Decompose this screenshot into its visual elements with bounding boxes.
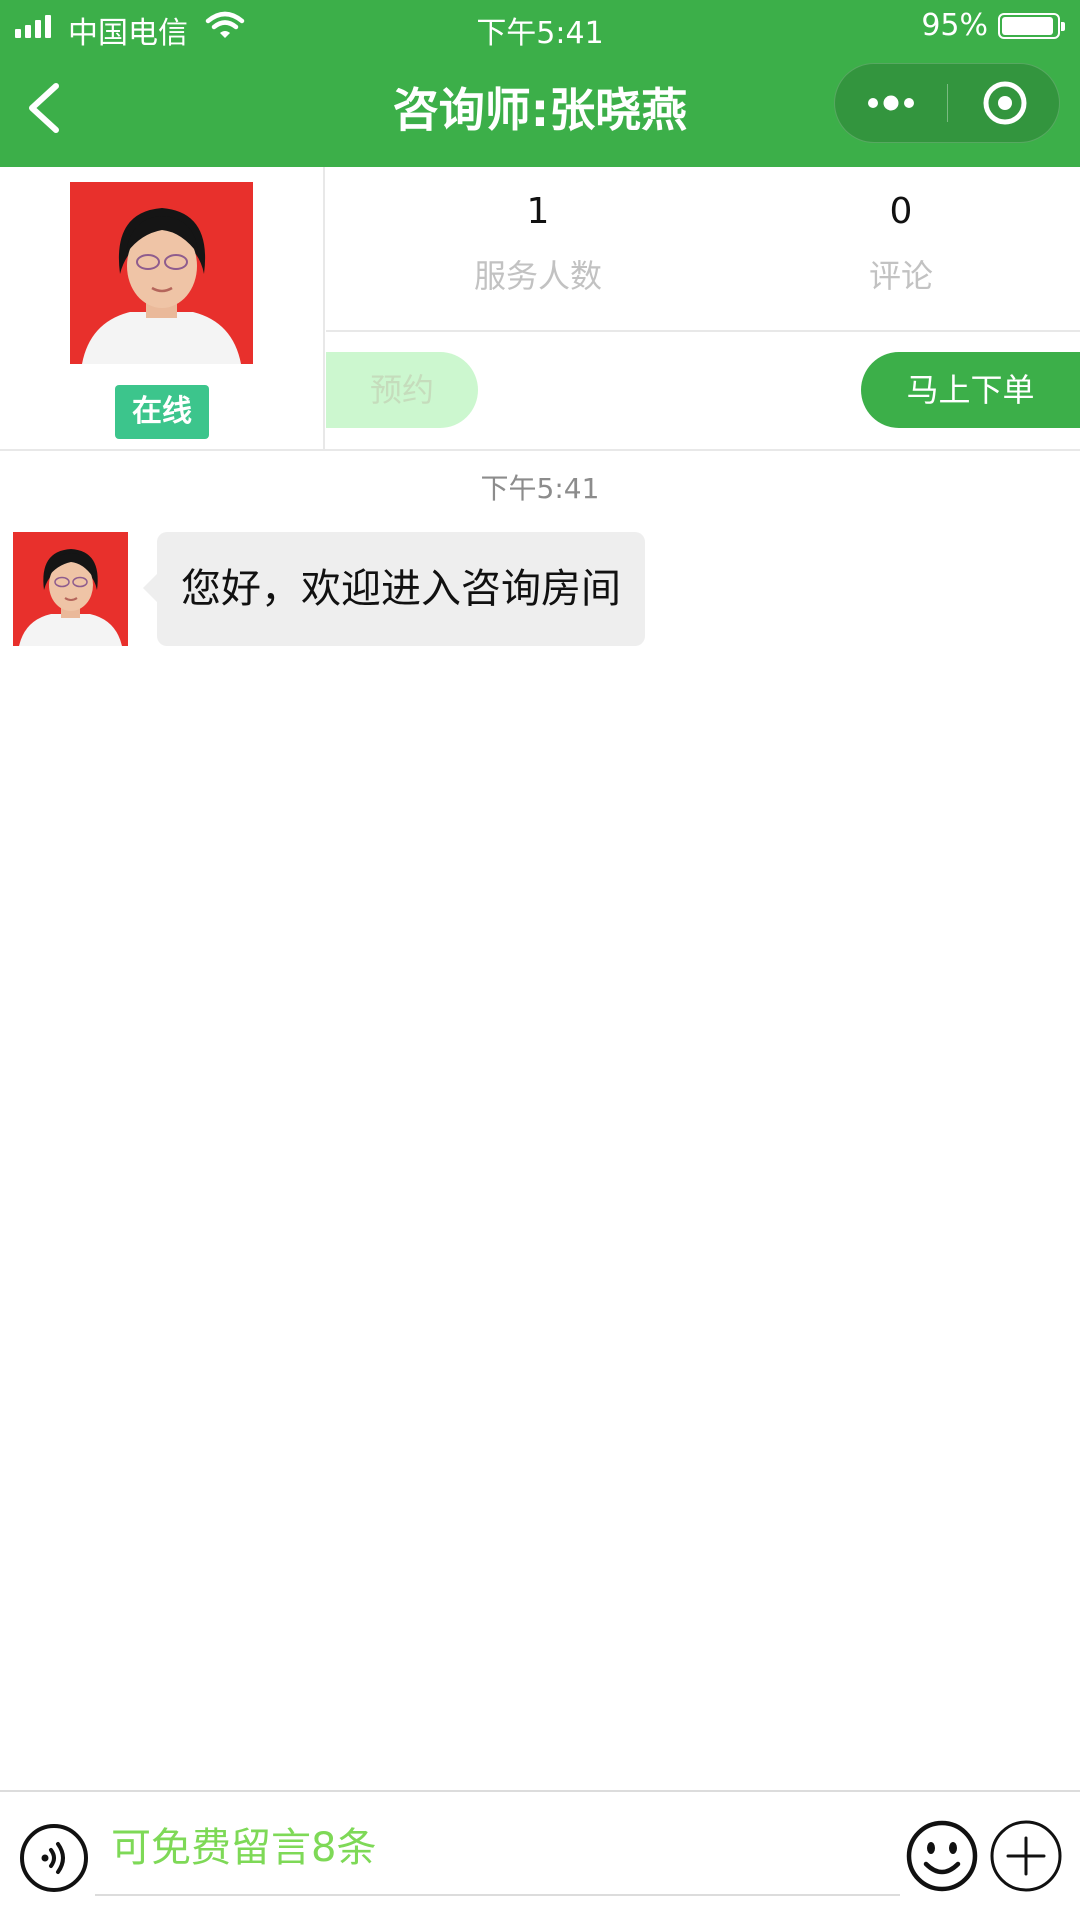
status-bar: 中国电信 下午5:41 95% [0,0,1080,54]
battery-level [1002,17,1054,35]
battery-percent: 95% [921,8,988,43]
counselor-stats: 1 服务人数 0 评论 [326,167,1080,332]
message-input-bar [0,1790,1080,1922]
counselor-avatar [70,182,253,364]
reserve-button[interactable]: 预约 [326,352,478,428]
order-now-button[interactable]: 马上下单 [861,352,1080,428]
emoji-icon[interactable] [904,1818,980,1894]
stat-value: 0 [889,191,913,232]
stat-service-count: 1 服务人数 [388,187,688,297]
stat-reviews[interactable]: 0 评论 [751,187,1051,297]
voice-input-icon[interactable] [18,1822,90,1894]
counselor-profile-panel: 在线 1 服务人数 0 评论 预约 马上下单 [0,167,1080,451]
more-dots-icon[interactable] [835,64,947,142]
online-status-badge: 在线 [115,385,209,439]
stat-label: 服务人数 [473,257,602,295]
stat-value: 1 [526,191,550,232]
battery-icon [998,13,1065,39]
message-input[interactable] [95,1802,900,1896]
profile-avatar-section: 在线 [0,167,325,449]
add-attachment-icon[interactable] [988,1818,1064,1894]
header: 中国电信 下午5:41 95% 咨询师:张晓燕 [0,0,1080,167]
status-time: 下午5:41 [476,16,604,51]
mini-program-capsule [834,63,1060,143]
message-sender-avatar[interactable] [13,532,128,646]
stat-label: 评论 [868,257,933,295]
chat-timestamp: 下午5:41 [480,472,600,505]
message-bubble[interactable]: 您好，欢迎进入咨询房间 [143,532,645,646]
close-target-icon[interactable] [948,64,1060,142]
